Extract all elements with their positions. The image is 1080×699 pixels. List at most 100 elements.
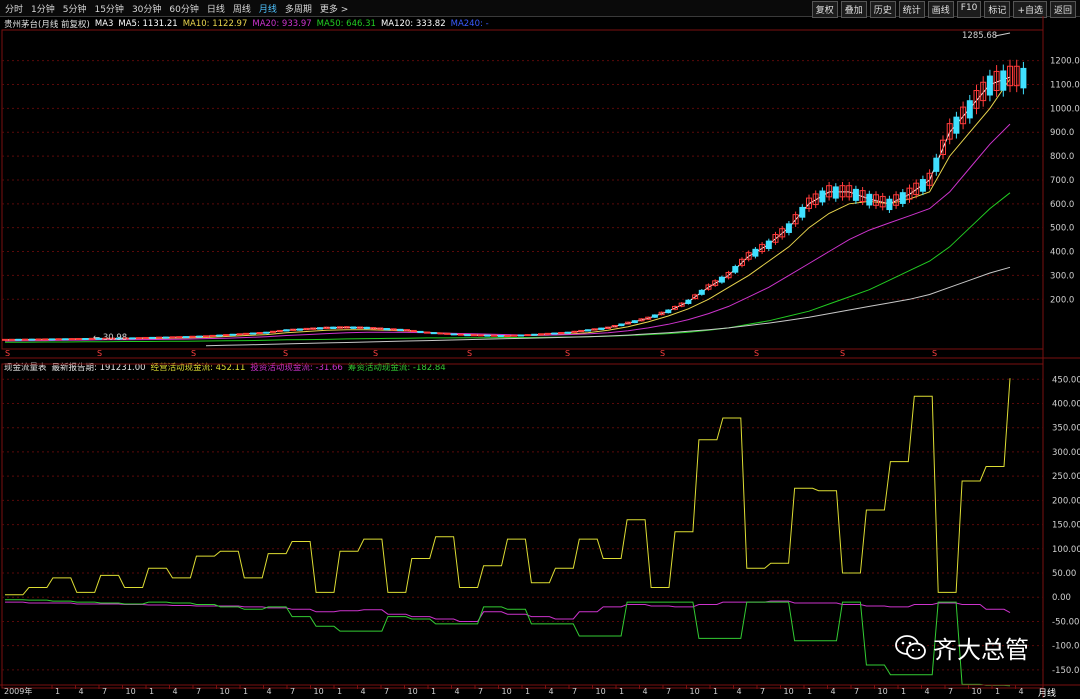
candle-body bbox=[471, 334, 477, 337]
candle-body bbox=[2, 338, 8, 341]
s-marker: S bbox=[97, 349, 102, 358]
x-axis-tick-label: 10 bbox=[502, 687, 512, 696]
s-marker: S bbox=[191, 349, 196, 358]
candle-body bbox=[966, 100, 973, 119]
s-marker: S bbox=[467, 349, 472, 358]
x-axis-tick-label: 7 bbox=[854, 687, 859, 696]
x-axis-tick-label: 7 bbox=[666, 687, 671, 696]
candle-body bbox=[249, 332, 256, 335]
low-price-annotation: ← 30.98 bbox=[93, 333, 127, 343]
candle-body bbox=[631, 320, 638, 324]
candle-body bbox=[584, 329, 591, 332]
watermark: 齐大总管 bbox=[895, 630, 1029, 665]
flow-tick-label: 50.00 bbox=[1052, 569, 1076, 579]
x-axis-tick-label: 4 bbox=[79, 687, 84, 696]
candle-body bbox=[48, 338, 55, 341]
candle-body bbox=[732, 266, 739, 273]
flow-line-0 bbox=[5, 378, 1011, 596]
flow-tick-label: 200.00 bbox=[1052, 496, 1080, 506]
candle-body bbox=[457, 333, 464, 336]
candle-body bbox=[383, 328, 390, 331]
flow-tick-label: -100.00 bbox=[1052, 642, 1080, 652]
candle-body bbox=[933, 157, 940, 172]
flow-tick-label: 400.00 bbox=[1052, 399, 1080, 409]
price-tick-label: 300.0 bbox=[1050, 271, 1074, 281]
ma-line-ma50 bbox=[5, 192, 1011, 343]
candle-body bbox=[718, 276, 725, 283]
candle-body bbox=[765, 240, 772, 249]
candle-body bbox=[263, 331, 270, 334]
high-price-annotation: 1285.68 bbox=[962, 31, 997, 41]
price-tick-label: 200.0 bbox=[1050, 295, 1074, 305]
candle-body bbox=[363, 326, 370, 330]
candle-body bbox=[444, 332, 451, 335]
x-axis-tick-label: 7 bbox=[290, 687, 295, 696]
x-axis-first-label: 2009年 bbox=[4, 686, 32, 696]
flow-panel-frame bbox=[1, 363, 1044, 689]
candle-body bbox=[504, 335, 511, 338]
candle-body bbox=[685, 299, 692, 304]
candle-body bbox=[189, 335, 196, 338]
candle-body bbox=[464, 334, 471, 337]
candle-body bbox=[497, 334, 504, 337]
candle-body bbox=[330, 326, 337, 330]
candle-body bbox=[437, 332, 444, 335]
x-axis-tick-label: 7 bbox=[478, 687, 483, 696]
candle-body bbox=[69, 338, 75, 341]
x-axis-tick-label: 1 bbox=[619, 687, 624, 696]
candle-body bbox=[176, 336, 183, 339]
x-axis-tick-label: 1 bbox=[337, 687, 342, 696]
price-tick-label: 1200.0 bbox=[1050, 57, 1080, 67]
candle-body bbox=[216, 334, 223, 337]
x-axis-tick-label: 1 bbox=[901, 687, 906, 696]
candle-body bbox=[484, 334, 491, 337]
candle-body bbox=[42, 338, 49, 341]
candle-body bbox=[82, 338, 89, 341]
candle-body bbox=[665, 309, 672, 314]
chart-canvas[interactable]: 200.0 300.0 400.0 500.0 600.0 700.0 800.0 900.0… bbox=[0, 0, 1080, 698]
x-axis-tick-label: 10 bbox=[784, 687, 794, 696]
price-tick-label: 1000.0 bbox=[1050, 104, 1080, 114]
candle-body bbox=[491, 334, 498, 337]
period-label: 月线 bbox=[1037, 689, 1056, 699]
x-axis-tick-label: 7 bbox=[102, 687, 107, 696]
x-axis-tick-label: 7 bbox=[760, 687, 765, 696]
candle-body bbox=[564, 331, 571, 334]
candle-body bbox=[55, 338, 62, 341]
candle-body bbox=[886, 198, 893, 211]
s-marker: S bbox=[373, 349, 378, 358]
x-axis-tick-label: 10 bbox=[690, 687, 700, 696]
ma-line-ma5 bbox=[4, 76, 1011, 341]
x-axis-tick-label: 1 bbox=[995, 687, 1000, 696]
candle-body bbox=[538, 333, 544, 336]
candle-body bbox=[223, 334, 230, 337]
x-axis-tick-label: 7 bbox=[196, 687, 201, 696]
candle-body bbox=[511, 334, 518, 337]
candle-body bbox=[698, 289, 705, 295]
candle-body bbox=[397, 328, 404, 332]
x-axis-tick-label: 4 bbox=[925, 687, 930, 696]
candle-body bbox=[22, 338, 29, 341]
x-axis-tick-label: 10 bbox=[314, 687, 324, 696]
x-axis-tick-label: 1 bbox=[807, 687, 812, 696]
candle-body bbox=[62, 338, 69, 341]
x-axis-tick-label: 4 bbox=[549, 687, 554, 696]
candle-body bbox=[430, 332, 437, 335]
candle-body bbox=[75, 337, 82, 340]
candle-body bbox=[651, 314, 658, 318]
x-axis-tick-label: 4 bbox=[643, 687, 648, 696]
candle-body bbox=[35, 338, 42, 341]
s-marker: S bbox=[5, 349, 10, 358]
candle-body bbox=[283, 329, 290, 332]
flow-tick-label: 100.00 bbox=[1052, 545, 1080, 555]
flow-tick-label: 150.00 bbox=[1052, 521, 1080, 531]
candle-body bbox=[243, 332, 250, 335]
candle-body bbox=[524, 334, 531, 337]
candle-body bbox=[229, 333, 236, 336]
candle-body bbox=[162, 336, 169, 339]
candle-body bbox=[136, 337, 142, 340]
high-price-pointer bbox=[994, 32, 1011, 37]
candle-body bbox=[350, 326, 357, 329]
candle-body bbox=[1020, 67, 1027, 89]
s-marker: S bbox=[660, 349, 665, 358]
